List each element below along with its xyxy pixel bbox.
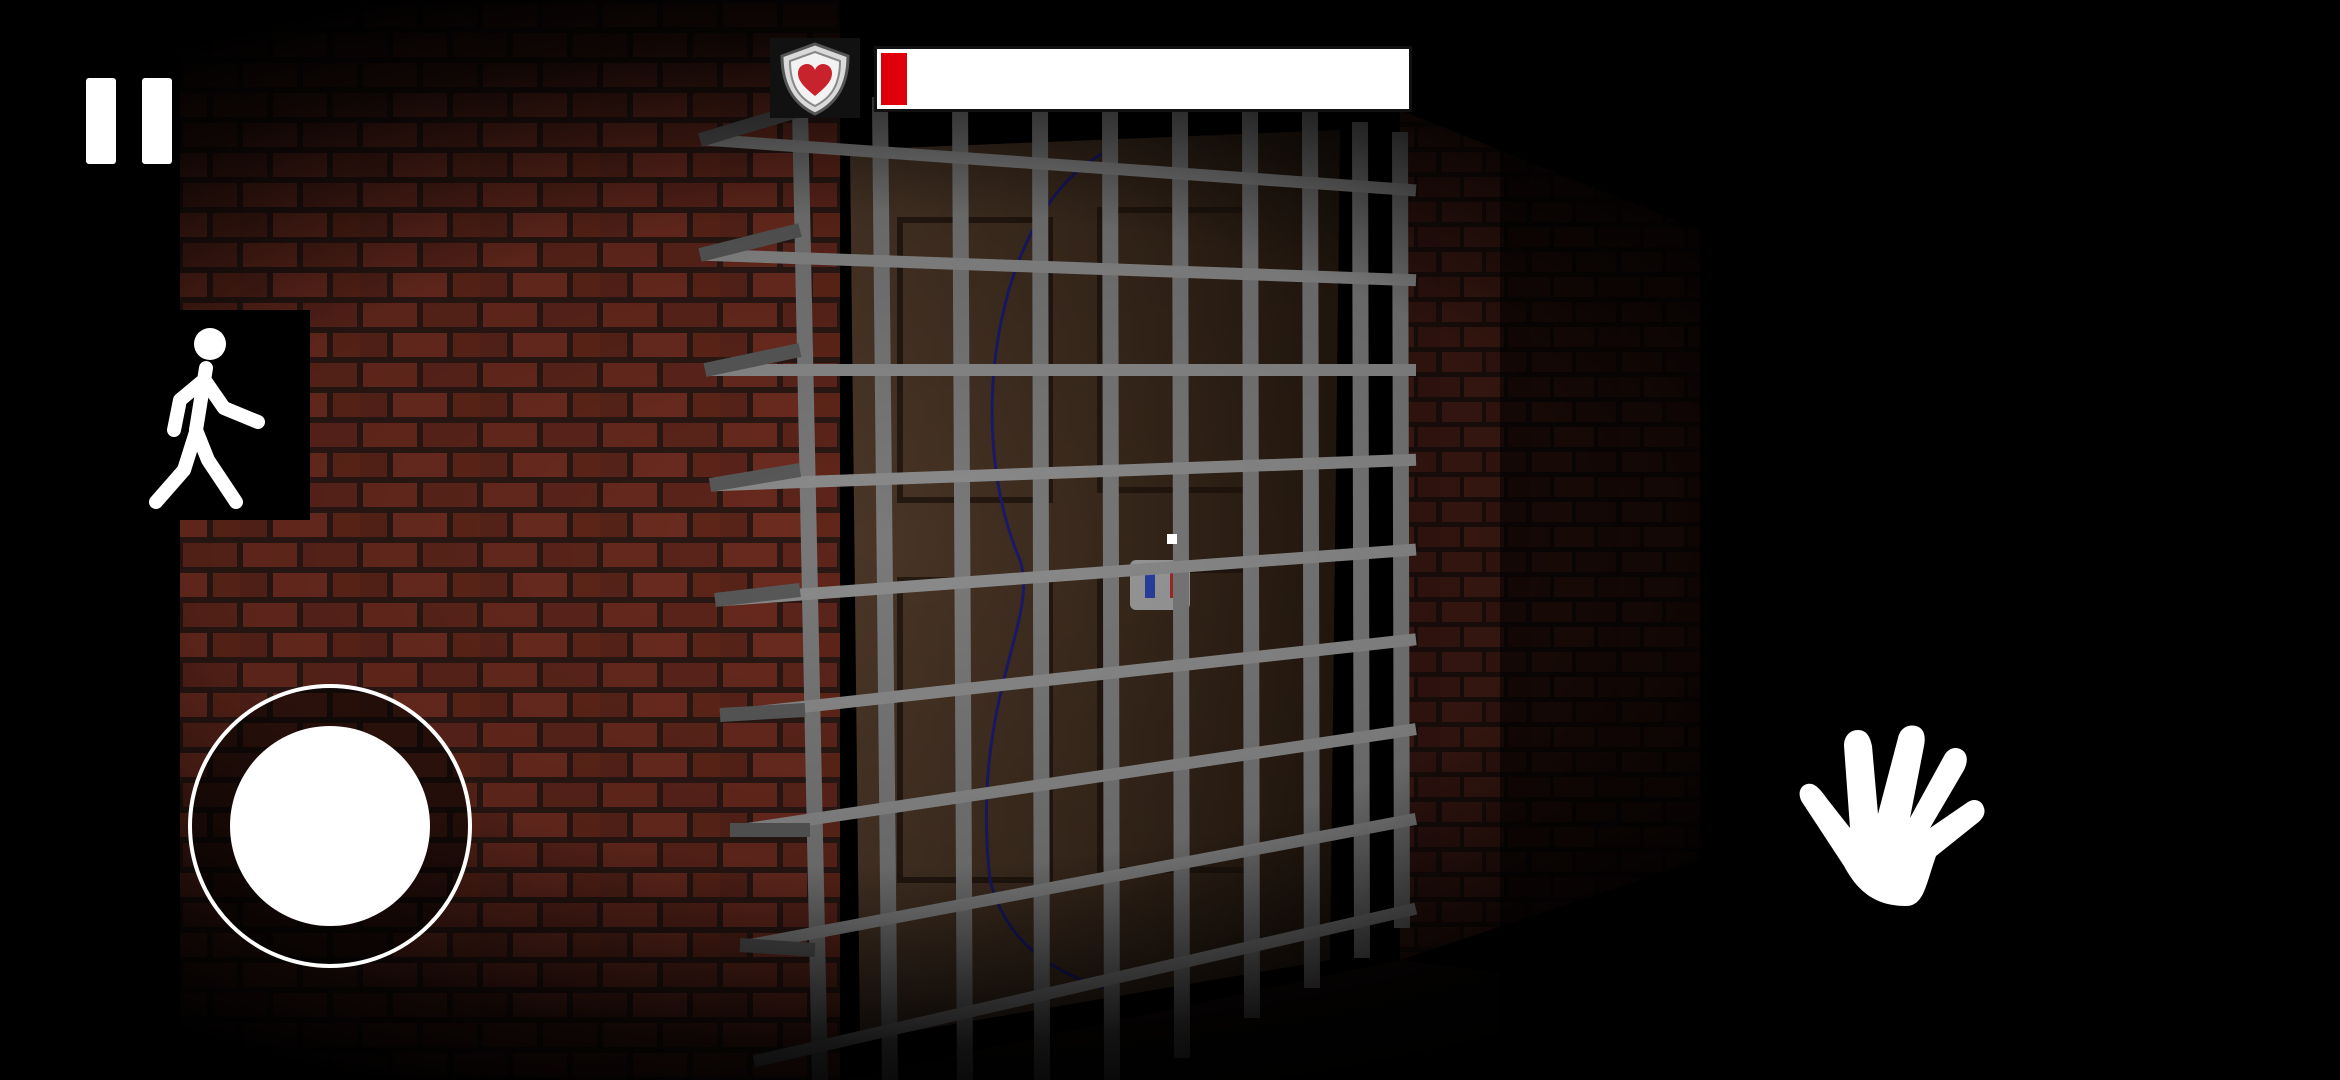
health-hud <box>770 38 1416 118</box>
interact-button[interactable] <box>1786 716 1996 916</box>
shield-heart-icon <box>770 38 860 118</box>
walk-toggle-button[interactable] <box>134 310 310 520</box>
joystick-knob[interactable] <box>230 726 430 926</box>
crosshair <box>1167 534 1177 544</box>
movement-joystick[interactable] <box>188 684 472 968</box>
health-bar-fill <box>881 53 907 105</box>
game-viewport[interactable] <box>0 0 2340 1080</box>
hand-icon <box>1799 725 1985 906</box>
walking-person-icon <box>149 328 265 509</box>
health-bar <box>874 46 1412 112</box>
pause-button[interactable] <box>84 78 174 166</box>
